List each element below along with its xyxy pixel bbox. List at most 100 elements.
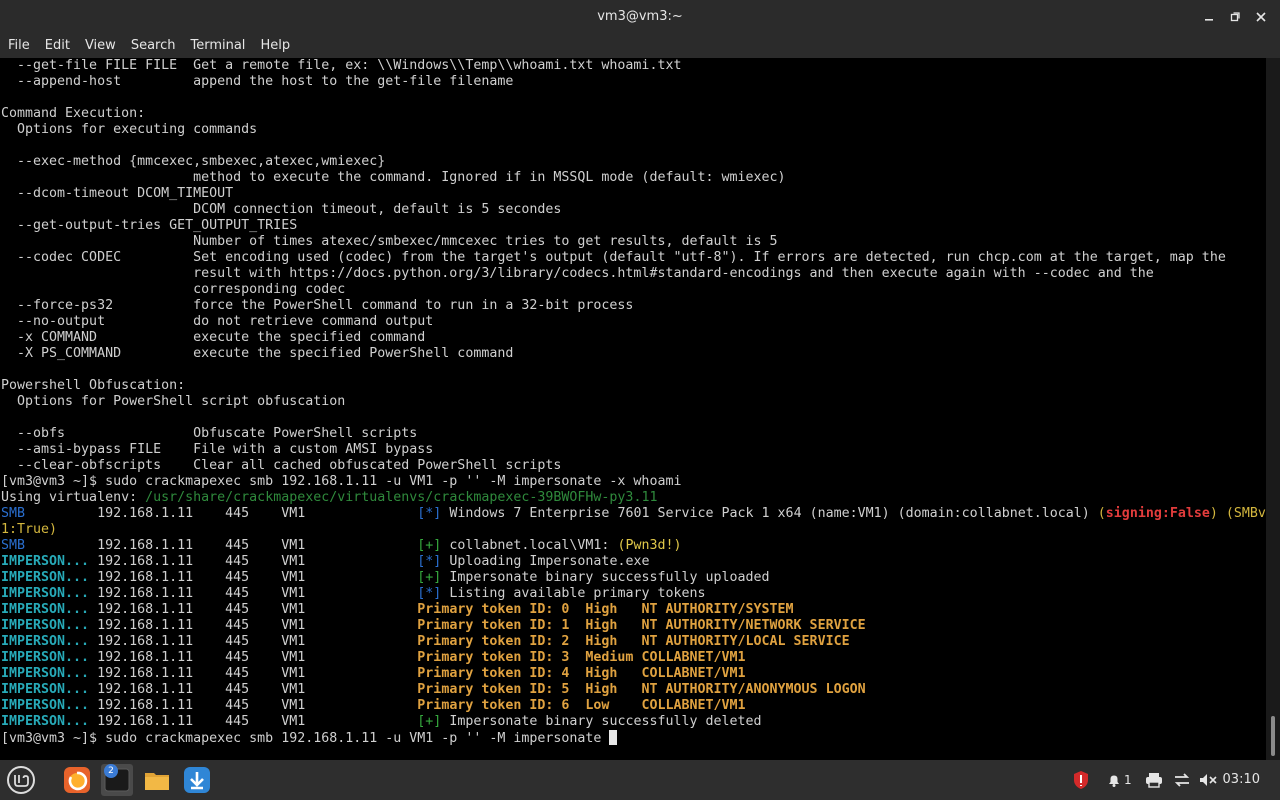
terminal-text: Impersonate binary successfully uploaded xyxy=(441,570,770,585)
printer-icon[interactable] xyxy=(1144,772,1164,788)
terminal-text: --get-output-tries GET_OUTPUT_TRIES xyxy=(1,218,298,233)
terminal-text: [+] xyxy=(417,570,442,585)
terminal-line: 1:True) xyxy=(1,522,1266,538)
terminal-text: IMPERSON... xyxy=(1,666,90,681)
terminal-line: IMPERSON... 192.168.1.11 445 VM1 [*] Upl… xyxy=(1,554,1266,570)
terminal-text: --dcom-timeout DCOM_TIMEOUT xyxy=(1,186,234,201)
terminal-line: DCOM connection timeout, default is 5 se… xyxy=(1,202,1266,218)
terminal-text: IMPERSON... xyxy=(1,634,90,649)
terminal-text: --append-host append the host to the get… xyxy=(1,74,514,89)
network-icon[interactable] xyxy=(1172,772,1192,788)
terminal-text: Listing available primary tokens xyxy=(441,586,706,601)
shield-icon[interactable] xyxy=(1070,770,1092,790)
terminal-line: -X PS_COMMAND execute the specified Powe… xyxy=(1,346,1266,362)
menu-edit[interactable]: Edit xyxy=(37,34,77,58)
terminal-text: Impersonate binary successfully deleted xyxy=(441,714,762,729)
terminal-text: collabnet.local\VM1: xyxy=(441,538,618,553)
terminal-text: 192.168.1.11 445 VM1 xyxy=(89,666,418,681)
update-manager-icon xyxy=(184,767,210,793)
terminal-line: [vm3@vm3 ~]$ sudo crackmapexec smb 192.1… xyxy=(1,474,1266,490)
terminal-text: method to execute the command. Ignored i… xyxy=(1,170,786,185)
terminal-output[interactable]: --get-file FILE FILE Get a remote file, … xyxy=(0,58,1266,760)
terminal-text: 192.168.1.11 445 VM1 xyxy=(89,682,418,697)
terminal-text: 192.168.1.11 445 VM1 xyxy=(25,506,418,521)
terminal-text: 192.168.1.11 445 VM1 xyxy=(89,650,418,665)
terminal-text: signing:False xyxy=(1105,506,1210,521)
menu-view[interactable]: View xyxy=(77,34,123,58)
terminal-line: Powershell Obfuscation: xyxy=(1,378,1266,394)
menu-help[interactable]: Help xyxy=(252,34,297,58)
text-cursor xyxy=(609,730,618,745)
menu-terminal[interactable]: Terminal xyxy=(182,34,252,58)
window-controls xyxy=(1196,0,1274,34)
terminal-line: [vm3@vm3 ~]$ sudo crackmapexec smb 192.1… xyxy=(1,730,1266,746)
terminal-text: --force-ps32 force the PowerShell comman… xyxy=(1,298,634,313)
terminal-text: [vm3@vm3 ~]$ sudo crackmapexec smb 192.1… xyxy=(1,731,610,746)
terminal-text: Uploading Impersonate.exe xyxy=(441,554,650,569)
scrollbar-thumb[interactable] xyxy=(1271,716,1275,756)
terminal-text: 1:True) xyxy=(1,522,58,537)
terminal-text: Powershell Obfuscation: xyxy=(1,378,186,393)
terminal-line: --get-output-tries GET_OUTPUT_TRIES xyxy=(1,218,1266,234)
minimize-button[interactable] xyxy=(1196,4,1222,30)
taskbar: 2 1 03:10 xyxy=(0,760,1280,800)
terminal-text: --codec CODEC Set encoding used (codec) … xyxy=(1,250,1226,265)
terminal-text: [*] xyxy=(417,506,442,521)
terminal-line: method to execute the command. Ignored i… xyxy=(1,170,1266,186)
terminal-text: --amsi-bypass FILE File with a custom AM… xyxy=(1,442,434,457)
terminal-line: IMPERSON... 192.168.1.11 445 VM1 [+] Imp… xyxy=(1,570,1266,586)
files-icon xyxy=(145,773,169,790)
terminal-text: IMPERSON... xyxy=(1,714,90,729)
window-titlebar[interactable]: vm3@vm3:~ xyxy=(0,0,1280,34)
menu-bar: File Edit View Search Terminal Help xyxy=(0,34,1280,58)
firefox-icon xyxy=(64,767,90,793)
clock[interactable]: 03:10 xyxy=(1223,760,1260,800)
terminal-line: --force-ps32 force the PowerShell comman… xyxy=(1,298,1266,314)
terminal-text: Windows 7 Enterprise 7601 Service Pack 1… xyxy=(441,506,1098,521)
menu-file[interactable]: File xyxy=(0,34,37,58)
files-launcher[interactable] xyxy=(141,764,173,796)
notification-count: 1 xyxy=(1124,773,1132,787)
window-title: vm3@vm3:~ xyxy=(597,9,683,24)
terminal-line: --get-file FILE FILE Get a remote file, … xyxy=(1,58,1266,74)
terminal-line: Using virtualenv: /usr/share/crackmapexe… xyxy=(1,490,1266,506)
terminal-text: 192.168.1.11 445 VM1 xyxy=(89,698,418,713)
volume-muted-icon[interactable] xyxy=(1198,772,1218,788)
maximize-button[interactable] xyxy=(1222,4,1248,30)
terminal-line: -x COMMAND execute the specified command xyxy=(1,330,1266,346)
terminal-line: IMPERSON... 192.168.1.11 445 VM1 Primary… xyxy=(1,698,1266,714)
terminal-text: Primary token ID: 4 High COLLABNET/VM1 xyxy=(417,666,746,681)
mint-menu-button[interactable] xyxy=(5,764,37,796)
terminal-line: IMPERSON... 192.168.1.11 445 VM1 Primary… xyxy=(1,666,1266,682)
menu-search[interactable]: Search xyxy=(123,34,183,58)
terminal-scrollbar[interactable] xyxy=(1266,58,1280,760)
terminal-line: result with https://docs.python.org/3/li… xyxy=(1,266,1266,282)
terminal-text: 192.168.1.11 445 VM1 xyxy=(89,570,418,585)
terminal-text: --get-file FILE FILE Get a remote file, … xyxy=(1,58,682,73)
terminal-text: IMPERSON... xyxy=(1,650,90,665)
terminal-text: Primary token ID: 6 Low COLLABNET/VM1 xyxy=(417,698,746,713)
firefox-launcher[interactable] xyxy=(61,764,93,796)
close-button[interactable] xyxy=(1248,4,1274,30)
update-manager-launcher[interactable] xyxy=(181,764,213,796)
terminal-text: DCOM connection timeout, default is 5 se… xyxy=(1,202,562,217)
terminal-text: IMPERSON... xyxy=(1,682,90,697)
terminal-text: 192.168.1.11 445 VM1 xyxy=(89,714,418,729)
terminal-line: IMPERSON... 192.168.1.11 445 VM1 Primary… xyxy=(1,634,1266,650)
terminal-line: Options for executing commands xyxy=(1,122,1266,138)
terminal-text: result with https://docs.python.org/3/li… xyxy=(1,266,1154,281)
terminal-text: corresponding codec xyxy=(1,282,346,297)
terminal-text: IMPERSON... xyxy=(1,586,90,601)
notifications-button[interactable]: 1 xyxy=(1106,772,1132,788)
terminal-text: 192.168.1.11 445 VM1 xyxy=(25,538,418,553)
terminal-line: --dcom-timeout DCOM_TIMEOUT xyxy=(1,186,1266,202)
terminal-text: [*] xyxy=(417,586,442,601)
terminal-line: IMPERSON... 192.168.1.11 445 VM1 Primary… xyxy=(1,618,1266,634)
terminal-text: --clear-obfscripts Clear all cached obfu… xyxy=(1,458,562,473)
terminal-text: 192.168.1.11 445 VM1 xyxy=(89,554,418,569)
close-icon xyxy=(1256,12,1266,22)
